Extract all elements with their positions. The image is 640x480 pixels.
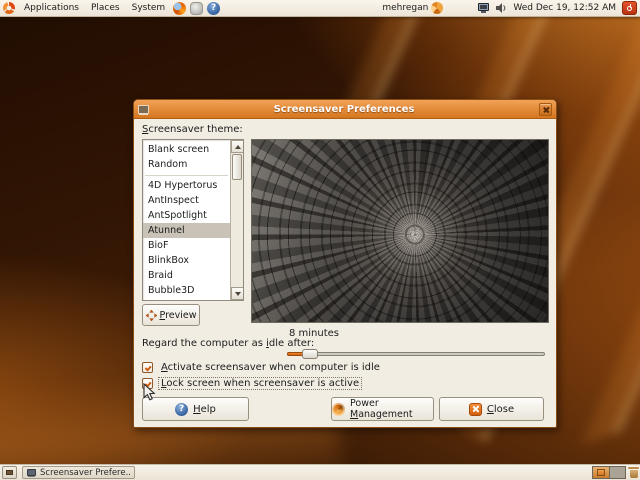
close-button[interactable]: Close	[439, 397, 544, 421]
arrow-up-icon	[234, 145, 241, 149]
lock-screen-label[interactable]: Lock screen when screensaver is active	[157, 377, 363, 390]
preview-button-label: Preview	[159, 309, 197, 321]
check-icon	[144, 363, 152, 371]
window-close-button[interactable]	[539, 102, 552, 116]
taskbar-window-button[interactable]: Screensaver Prefere...	[22, 466, 135, 479]
screensaver-preferences-window: Screensaver Preferences Screensaver them…	[133, 99, 557, 428]
window-icon	[138, 104, 149, 114]
menu-system[interactable]: System	[126, 1, 172, 15]
help-button-label: Help	[193, 403, 216, 415]
list-separator	[143, 172, 230, 178]
idle-delay-slider[interactable]	[287, 348, 545, 360]
trash-icon[interactable]	[628, 466, 639, 478]
task-label: Screensaver Prefere...	[40, 467, 130, 478]
menu-places[interactable]: Places	[85, 1, 126, 15]
scroll-down-button[interactable]	[231, 287, 243, 300]
arrow-down-icon	[234, 292, 241, 296]
workspace-switcher[interactable]	[592, 466, 626, 479]
top-panel: Applications Places System ? mehregan We…	[0, 0, 640, 17]
workspace-2[interactable]	[609, 467, 625, 478]
theme-item[interactable]: AntSpotlight	[143, 208, 230, 223]
close-button-label: Close	[486, 403, 515, 415]
help-icon: ?	[175, 402, 189, 416]
username-label[interactable]: mehregan	[382, 3, 428, 13]
activate-screensaver-label[interactable]: Activate screensaver when computer is id…	[159, 362, 382, 373]
network-icon[interactable]	[478, 2, 491, 14]
desktop: Applications Places System ? mehregan We…	[0, 0, 640, 480]
theme-item[interactable]: Bubble3D	[143, 283, 230, 298]
scroll-up-button[interactable]	[231, 140, 243, 153]
window-titlebar[interactable]: Screensaver Preferences	[134, 100, 556, 119]
clock[interactable]: Wed Dec 19, 12:52 AM	[509, 3, 620, 13]
bottom-panel: Screensaver Prefere...	[0, 464, 640, 480]
app-launcher-icon[interactable]	[190, 1, 204, 15]
lock-screen-row: Lock screen when screensaver is active	[142, 377, 363, 390]
slider-handle[interactable]	[302, 349, 318, 359]
show-desktop-button[interactable]	[2, 466, 17, 479]
list-scrollbar[interactable]	[230, 140, 243, 300]
close-icon	[468, 402, 482, 416]
power-management-icon	[332, 402, 345, 416]
theme-item[interactable]: Blank screen	[143, 142, 230, 157]
scrollbar-thumb[interactable]	[232, 154, 242, 180]
menu-applications[interactable]: Applications	[18, 1, 85, 15]
firefox-launcher-icon[interactable]	[173, 1, 187, 15]
window-title: Screensaver Preferences	[273, 103, 415, 115]
theme-item[interactable]: BioF	[143, 238, 230, 253]
slider-track[interactable]	[287, 352, 545, 356]
workspace-window-thumb	[597, 469, 605, 476]
show-desktop-icon	[6, 470, 13, 475]
help-button[interactable]: ? Help	[142, 397, 249, 421]
activate-screensaver-row: Activate screensaver when computer is id…	[142, 362, 382, 373]
ubuntu-logo-icon[interactable]	[3, 2, 15, 14]
theme-item-selected[interactable]: Atunnel	[143, 223, 230, 238]
activate-screensaver-checkbox[interactable]	[142, 362, 153, 373]
idle-delay-value: 8 minutes	[289, 328, 340, 339]
screensaver-preview	[251, 139, 549, 323]
window-task-icon	[27, 469, 36, 476]
theme-item[interactable]: AntInspect	[143, 193, 230, 208]
theme-item[interactable]: 4D Hypertorus	[143, 178, 230, 193]
workspace-1[interactable]	[593, 467, 609, 478]
preview-button[interactable]: Preview	[142, 304, 200, 326]
theme-list[interactable]: Blank screen Random 4D Hypertorus AntIns…	[142, 139, 244, 301]
user-switcher-icon[interactable]	[431, 2, 444, 14]
theme-item[interactable]: Braid	[143, 268, 230, 283]
theme-list-label: Screensaver theme:	[142, 124, 243, 135]
theme-item[interactable]: BlinkBox	[143, 253, 230, 268]
help-launcher-icon[interactable]: ?	[207, 1, 221, 15]
volume-icon[interactable]	[495, 2, 507, 14]
theme-item[interactable]: Random	[143, 157, 230, 172]
quit-button[interactable]	[622, 1, 637, 15]
power-management-label: Power Management	[350, 398, 413, 420]
mouse-cursor	[143, 383, 156, 401]
fullscreen-arrows-icon	[145, 309, 157, 321]
power-management-button[interactable]: Power Management	[331, 397, 434, 421]
